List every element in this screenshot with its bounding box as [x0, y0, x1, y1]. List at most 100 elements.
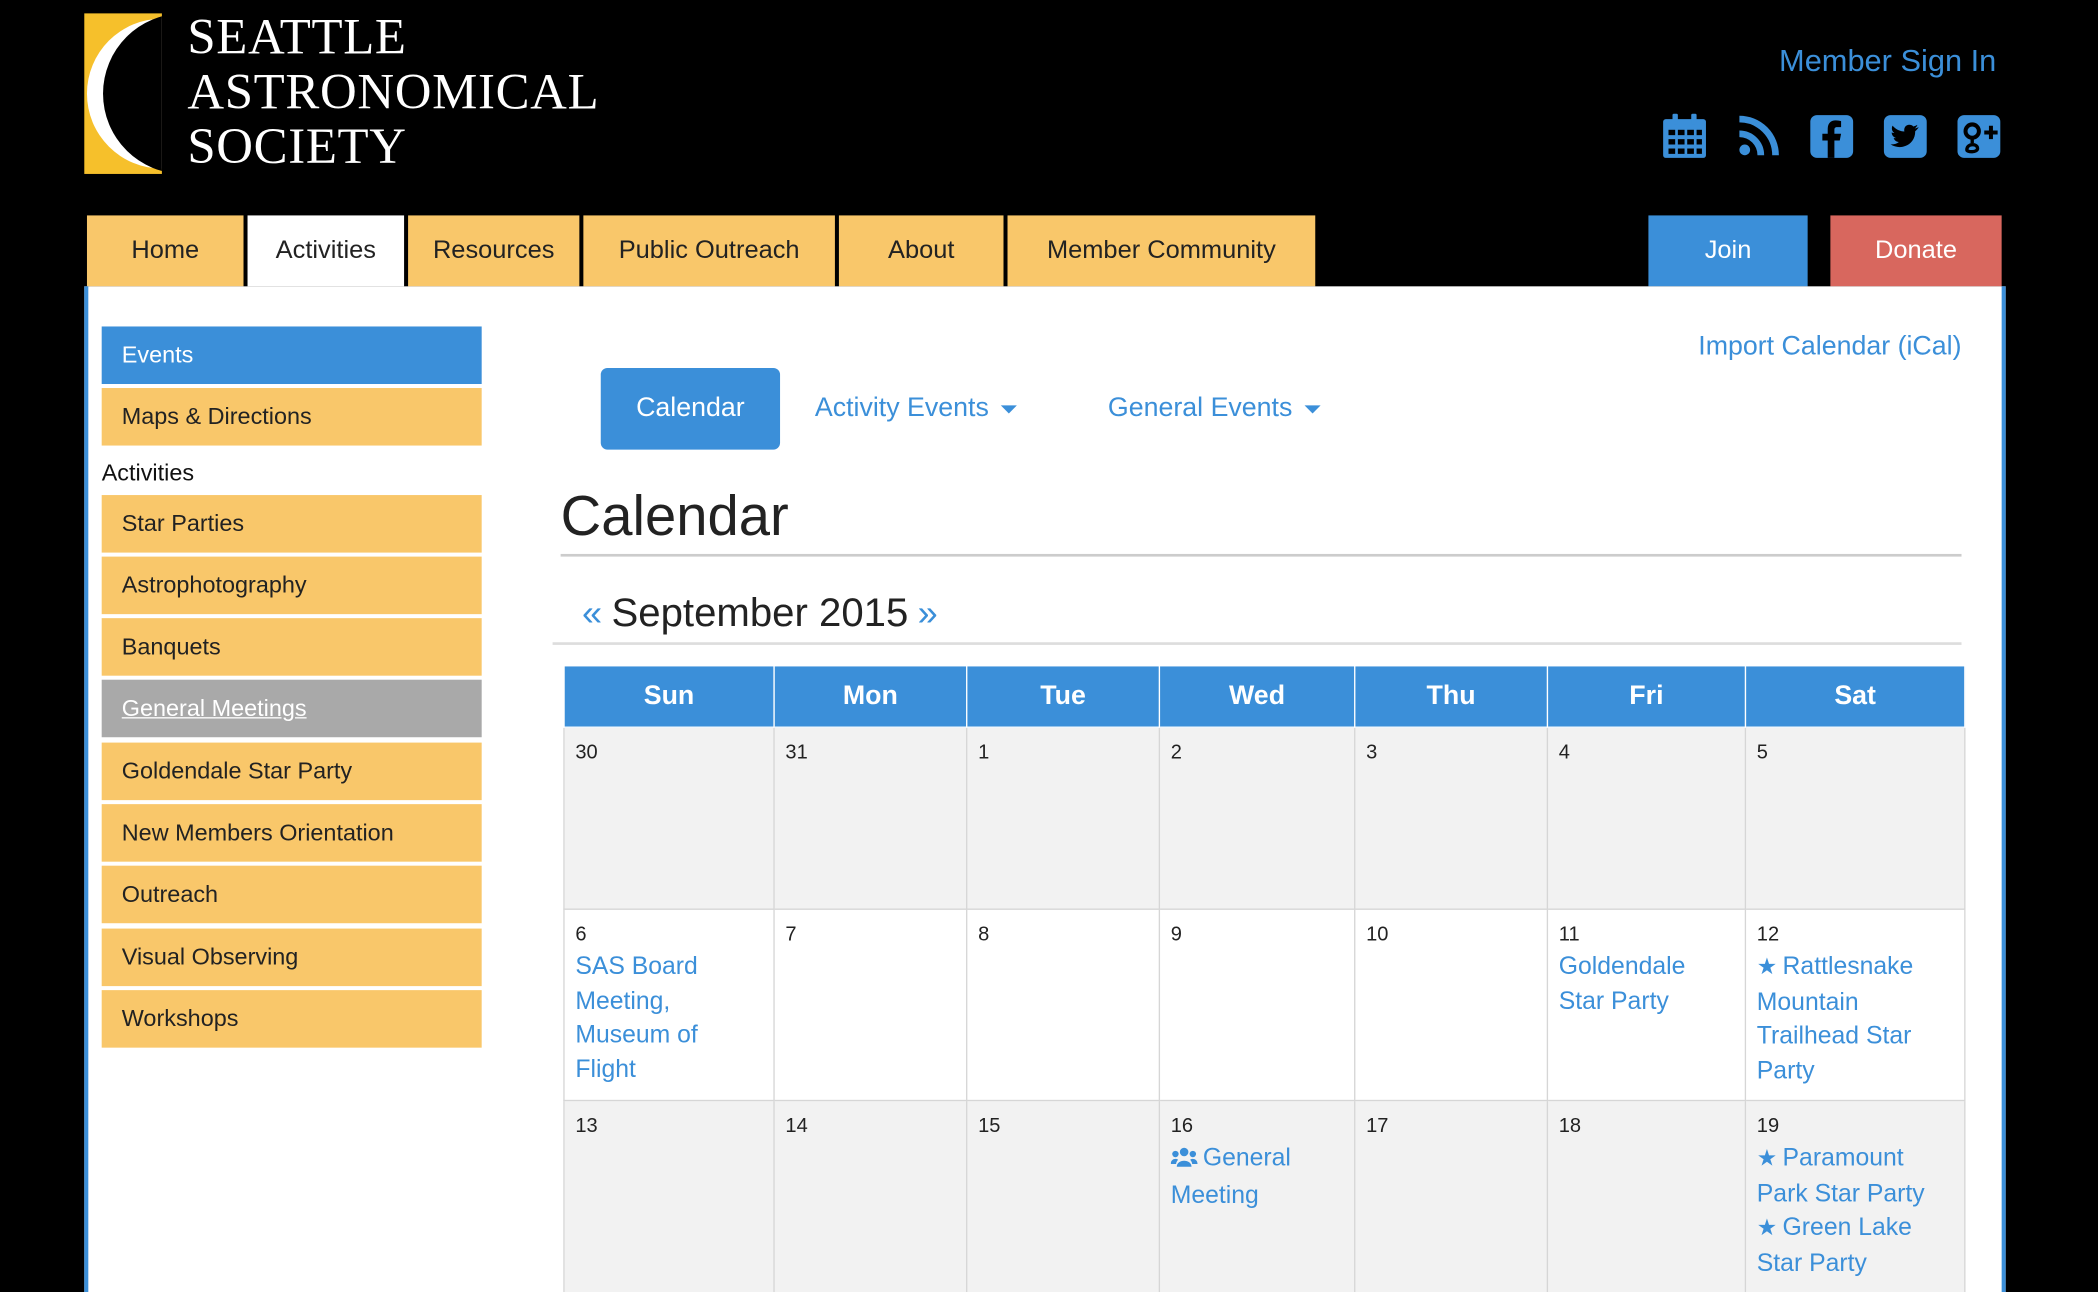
star-icon: ★	[1756, 1214, 1778, 1241]
day-number: 5	[1756, 741, 1768, 764]
calendar-day-cell[interactable]: 16 General Meeting	[1158, 1099, 1356, 1292]
day-number: 2	[1170, 741, 1182, 764]
calendar-day-cell[interactable]: 6 SAS Board Meeting, Museum of Flight	[563, 908, 775, 1102]
event-label: SAS Board Meeting, Museum of Flight	[575, 951, 698, 1082]
sidebar-item-astrophotography[interactable]: Astrophotography	[101, 556, 482, 614]
donate-button[interactable]: Donate	[1830, 215, 2002, 287]
calendar-day-cell[interactable]: 3	[1354, 726, 1549, 910]
calendar-day-cell[interactable]: 1	[966, 726, 1161, 910]
activity-events-label: Activity Events	[814, 393, 989, 423]
calendar-event-link[interactable]: ★ Rattlesnake Mountain Trailhead Star Par…	[1757, 949, 1954, 1087]
general-events-dropdown[interactable]: General Events	[1108, 393, 1321, 424]
facebook-icon[interactable]	[1806, 111, 1857, 162]
calendar-day-cell[interactable]: 14	[773, 1099, 968, 1292]
nav-tab-public-outreach[interactable]: Public Outreach	[583, 215, 835, 287]
weekday-header: Wed	[1158, 664, 1356, 728]
day-number: 10	[1366, 923, 1389, 946]
nav-tab-member-community[interactable]: Member Community	[1007, 215, 1316, 287]
calendar-day-cell[interactable]: 2	[1158, 726, 1356, 910]
day-number: 8	[978, 923, 990, 946]
day-number: 6	[575, 923, 587, 946]
caret-down-icon	[1304, 404, 1321, 413]
calendar-event-link[interactable]: SAS Board Meeting, Museum of Flight	[575, 949, 762, 1085]
day-number: 30	[575, 741, 598, 764]
rss-icon[interactable]	[1733, 111, 1784, 162]
sidebar-item-maps-directions[interactable]: Maps & Directions	[101, 388, 482, 446]
calendar-day-cell[interactable]: 10	[1354, 908, 1549, 1102]
calendar-day-cell[interactable]: 4	[1546, 726, 1747, 910]
google-plus-icon[interactable]	[1953, 111, 2004, 162]
event-label: Paramount Park Star Party	[1756, 1142, 1925, 1207]
site-logo-text[interactable]: SEATTLE ASTRONOMICAL SOCIETY	[187, 9, 600, 176]
month-navigation: « September 2015 »	[552, 585, 1962, 645]
day-number: 19	[1756, 1114, 1780, 1138]
sidebar-item-events[interactable]: Events	[101, 326, 482, 385]
day-number: 14	[785, 1114, 808, 1138]
calendar-day-cell[interactable]: 8	[966, 908, 1161, 1102]
nav-tab-activities[interactable]: Activities	[247, 215, 405, 287]
day-number: 18	[1558, 1114, 1582, 1138]
sidebar-item-general-meetings[interactable]: General Meetings	[101, 680, 482, 738]
logo-line-1: SEATTLE	[187, 9, 407, 66]
page-title: Calendar	[560, 482, 1962, 557]
calendar-grid: Sun Mon Tue Wed Thu Fri Sat 30 31 1 2 3 4 5 6 SA…	[563, 664, 1966, 1292]
nav-tab-about[interactable]: About	[838, 215, 1004, 287]
day-number: 31	[785, 741, 808, 764]
calendar-day-cell[interactable]: 9	[1158, 908, 1356, 1102]
calendar-day-cell[interactable]: 18	[1546, 1099, 1747, 1292]
calendar-day-cell[interactable]: 7	[773, 908, 968, 1102]
calendar-day-cell[interactable]: 15	[966, 1099, 1161, 1292]
logo-mark[interactable]	[84, 13, 162, 174]
social-icons	[1659, 111, 2004, 162]
sidebar-item-outreach[interactable]: Outreach	[101, 866, 482, 924]
calendar-day-cell[interactable]: 17	[1354, 1099, 1549, 1292]
caret-down-icon	[1000, 404, 1017, 413]
calendar-day-cell[interactable]: 12 ★ Rattlesnake Mountain Trailhead Star P…	[1744, 908, 1966, 1102]
calendar-day-cell[interactable]: 11 Goldendale Star Party	[1546, 908, 1747, 1102]
calendar-day-cell[interactable]: 13	[563, 1099, 775, 1292]
member-sign-in-link[interactable]: Member Sign In	[1779, 43, 1996, 79]
day-number: 7	[785, 923, 797, 946]
day-number: 15	[978, 1114, 1001, 1138]
calendar-day-cell[interactable]: 19 ★ Paramount Park Star Party ★ Green Lake …	[1744, 1099, 1966, 1292]
nav-tab-resources[interactable]: Resources	[408, 215, 580, 287]
logo-line-2: ASTRONOMICAL	[187, 64, 600, 121]
nav-tab-home[interactable]: Home	[86, 215, 244, 287]
twitter-icon[interactable]	[1880, 111, 1931, 162]
event-label: Rattlesnake Mountain Trailhead Star Part…	[1756, 951, 1914, 1084]
sidebar-item-new-members-orientation[interactable]: New Members Orientation	[101, 804, 482, 862]
sidebar-item-banquets[interactable]: Banquets	[101, 618, 482, 676]
star-icon: ★	[1756, 953, 1778, 980]
day-number: 1	[978, 741, 990, 764]
calendar-event-link[interactable]: ★ Paramount Park Star Party	[1757, 1140, 1954, 1210]
calendar-day-cell[interactable]: 5	[1744, 726, 1966, 910]
weekday-header: Sun	[563, 664, 775, 728]
general-events-label: General Events	[1107, 393, 1293, 423]
calendar-icon[interactable]	[1659, 111, 1710, 162]
tab-calendar[interactable]: Calendar	[600, 367, 781, 450]
calendar-week-row: 13 14 15 16 General Meeting 17 18 19 ★ Paramount …	[563, 1099, 1966, 1292]
activity-events-dropdown[interactable]: Activity Events	[815, 393, 1017, 424]
sidebar-item-workshops[interactable]: Workshops	[101, 990, 482, 1048]
sidebar-item-goldendale-star-party[interactable]: Goldendale Star Party	[101, 742, 482, 800]
next-month-button[interactable]: »	[918, 593, 938, 634]
day-number: 11	[1558, 923, 1580, 946]
weekday-header: Thu	[1354, 664, 1549, 728]
main-nav: Home Activities Resources Public Outreac…	[86, 215, 1316, 287]
join-button[interactable]: Join	[1648, 215, 1808, 287]
sidebar-item-visual-observing[interactable]: Visual Observing	[101, 928, 482, 986]
import-ical-link[interactable]: Import Calendar (iCal)	[1698, 332, 1961, 363]
calendar-day-cell[interactable]: 31	[773, 726, 968, 910]
calendar-day-cell[interactable]: 30	[563, 726, 775, 910]
day-number: 17	[1366, 1114, 1389, 1138]
calendar-event-link[interactable]: General Meeting	[1170, 1140, 1344, 1211]
prev-month-button[interactable]: «	[582, 593, 602, 634]
sidebar: Events Maps & Directions Activities Star…	[101, 326, 482, 1052]
calendar-event-link[interactable]: Goldendale Star Party	[1559, 949, 1734, 1017]
weekday-header: Mon	[773, 664, 968, 728]
day-number: 9	[1170, 923, 1182, 946]
sidebar-item-star-parties[interactable]: Star Parties	[101, 494, 482, 553]
event-label: Green Lake Star Party	[1756, 1212, 1912, 1276]
calendar-event-link[interactable]: ★ Green Lake Star Party	[1757, 1210, 1954, 1280]
weekday-header: Tue	[966, 664, 1161, 728]
